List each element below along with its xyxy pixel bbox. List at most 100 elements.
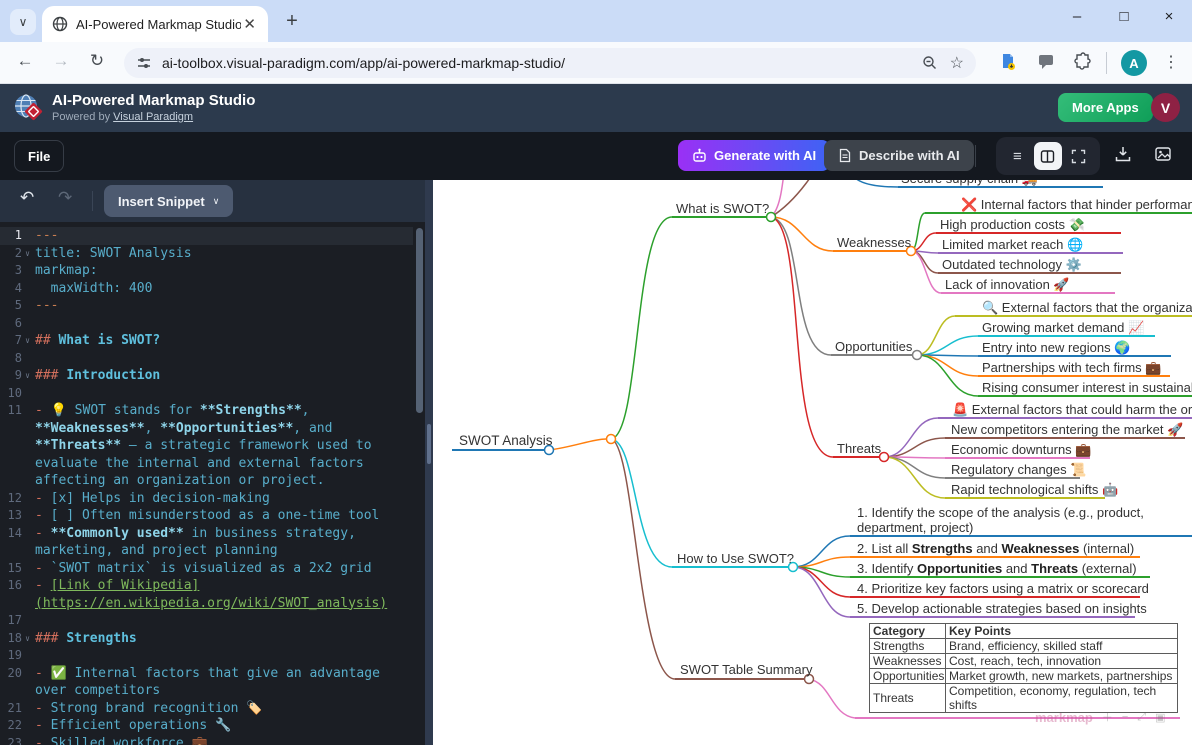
- fold-chevron-icon[interactable]: ∨: [22, 245, 33, 263]
- code-line[interactable]: 10: [0, 385, 413, 403]
- code-line-text[interactable]: ## What is SWOT?: [33, 332, 413, 350]
- code-line[interactable]: 11- 💡 SWOT stands for **Strengths**, **W…: [0, 402, 413, 490]
- zoom-out-icon[interactable]: [922, 55, 938, 71]
- code-line-text[interactable]: [33, 350, 413, 368]
- leaf-secure-supply-chain[interactable]: Secure supply chain 🚚: [901, 180, 1038, 187]
- window-minimize-button[interactable]: –: [1062, 8, 1092, 25]
- forward-button[interactable]: →: [48, 51, 74, 71]
- user-avatar[interactable]: V: [1151, 93, 1180, 122]
- code-line[interactable]: 15- `SWOT matrix` is visualized as a 2x2…: [0, 560, 413, 578]
- url-text[interactable]: ai-toolbox.visual-paradigm.com/app/ai-po…: [162, 55, 910, 71]
- leaf-opportunity-4[interactable]: Partnerships with tech firms 💼: [982, 360, 1161, 376]
- browser-profile-avatar[interactable]: A: [1121, 50, 1147, 76]
- leaf-weakness-4[interactable]: Outdated technology ⚙️: [942, 257, 1082, 273]
- editor-only-view-button[interactable]: ≡: [1003, 142, 1031, 170]
- browser-menu-kebab-icon[interactable]: ⋮: [1163, 52, 1179, 72]
- code-line-text[interactable]: - ✅ Internal factors that give an advant…: [33, 665, 413, 700]
- feedback-bubble-icon[interactable]: [1037, 52, 1055, 70]
- leaf-howto-1-line2[interactable]: department, project): [857, 520, 973, 535]
- insert-snippet-button[interactable]: Insert Snippet ∨: [104, 185, 233, 217]
- code-line[interactable]: 23- Skilled workforce 💼: [0, 735, 413, 745]
- code-line[interactable]: 13- [ ] Often misunderstood as a one-tim…: [0, 507, 413, 525]
- leaf-threat-4[interactable]: Regulatory changes 📜: [951, 462, 1086, 478]
- code-line-text[interactable]: - [x] Helps in decision-making: [33, 490, 413, 508]
- panel-splitter[interactable]: [425, 180, 433, 745]
- extensions-puzzle-icon[interactable]: [1073, 52, 1093, 72]
- fold-chevron-icon[interactable]: ∨: [22, 367, 33, 385]
- code-line[interactable]: 6: [0, 315, 413, 333]
- fullscreen-view-button[interactable]: [1065, 142, 1093, 170]
- summary-node-label[interactable]: SWOT Table Summary: [680, 662, 812, 677]
- file-menu-button[interactable]: File: [14, 140, 64, 172]
- code-line-text[interactable]: - `SWOT matrix` is visualized as a 2x2 g…: [33, 560, 413, 578]
- code-line-text[interactable]: - Strong brand recognition 🏷️: [33, 700, 413, 718]
- leaf-weakness-5[interactable]: Lack of innovation 🚀: [945, 277, 1070, 293]
- code-line-text[interactable]: ### Strengths: [33, 630, 413, 648]
- code-line[interactable]: 21- Strong brand recognition 🏷️: [0, 700, 413, 718]
- tune-icon[interactable]: [136, 55, 152, 71]
- code-line-text[interactable]: ### Introduction: [33, 367, 413, 385]
- code-line-text[interactable]: ---: [33, 297, 413, 315]
- back-button[interactable]: ←: [12, 51, 38, 71]
- code-line-text[interactable]: - Efficient operations 🔧: [33, 717, 413, 735]
- window-maximize-button[interactable]: □: [1109, 8, 1139, 25]
- download-icon[interactable]: [1114, 145, 1132, 163]
- visual-paradigm-link[interactable]: Visual Paradigm: [113, 111, 193, 123]
- browser-tab[interactable]: AI-Powered Markmap Studio ✕: [42, 6, 268, 42]
- leaf-howto-5[interactable]: 5. Develop actionable strategies based o…: [857, 601, 1147, 616]
- generate-with-ai-button[interactable]: Generate with AI: [678, 140, 830, 171]
- root-node-label[interactable]: SWOT Analysis: [459, 433, 553, 448]
- window-close-button[interactable]: ×: [1154, 8, 1184, 25]
- new-tab-button[interactable]: +: [280, 9, 304, 33]
- code-line-text[interactable]: - 💡 SWOT stands for **Strengths**, **Wea…: [33, 402, 413, 490]
- code-line[interactable]: 22- Efficient operations 🔧: [0, 717, 413, 735]
- weaknesses-node-label[interactable]: Weaknesses: [837, 235, 911, 250]
- tab-close-icon[interactable]: ✕: [241, 15, 258, 33]
- code-line[interactable]: 3markmap:: [0, 262, 413, 280]
- export-image-icon[interactable]: [1154, 145, 1172, 163]
- leaf-howto-1-line1[interactable]: 1. Identify the scope of the analysis (e…: [857, 505, 1144, 520]
- code-line-text[interactable]: ---: [33, 227, 413, 245]
- fold-chevron-icon[interactable]: ∨: [22, 332, 33, 350]
- leaf-howto-4[interactable]: 4. Prioritize key factors using a matrix…: [857, 581, 1149, 596]
- code-line[interactable]: 5---: [0, 297, 413, 315]
- splitter-handle[interactable]: [427, 424, 431, 464]
- redo-icon[interactable]: ↷: [58, 188, 72, 208]
- editor-scrollbar-thumb[interactable]: [416, 228, 423, 413]
- mindmap-panel[interactable]: Secure supply chain 🚚 SWOT Analysis What…: [433, 180, 1192, 745]
- code-line[interactable]: 1---: [0, 227, 413, 245]
- describe-with-ai-button[interactable]: Describe with AI: [824, 140, 974, 171]
- undo-icon[interactable]: ↶: [20, 188, 34, 208]
- code-line[interactable]: 2∨title: SWOT Analysis: [0, 245, 413, 263]
- leaf-weakness-1[interactable]: ❌ Internal factors that hinder performan…: [961, 197, 1192, 213]
- code-line-text[interactable]: [33, 315, 413, 333]
- code-line[interactable]: 8: [0, 350, 413, 368]
- code-line-text[interactable]: [33, 612, 413, 630]
- bookmark-star-icon[interactable]: ☆: [950, 53, 964, 73]
- code-line-text[interactable]: title: SWOT Analysis: [33, 245, 413, 263]
- code-line-text[interactable]: - [Link of Wikipedia](https://en.wikiped…: [33, 577, 413, 612]
- leaf-weakness-2[interactable]: High production costs 💸: [940, 217, 1085, 233]
- code-line-text[interactable]: - [ ] Often misunderstood as a one-time …: [33, 507, 413, 525]
- opportunities-node-label[interactable]: Opportunities: [835, 339, 912, 354]
- split-view-button[interactable]: [1034, 142, 1062, 170]
- code-line-text[interactable]: maxWidth: 400: [33, 280, 413, 298]
- more-apps-button[interactable]: More Apps: [1058, 93, 1153, 122]
- leaf-opportunity-3[interactable]: Entry into new regions 🌍: [982, 340, 1130, 356]
- code-line[interactable]: 12- [x] Helps in decision-making: [0, 490, 413, 508]
- code-line[interactable]: 7∨## What is SWOT?: [0, 332, 413, 350]
- code-line-text[interactable]: [33, 385, 413, 403]
- code-line[interactable]: 18∨### Strengths: [0, 630, 413, 648]
- code-line[interactable]: 16- [Link of Wikipedia](https://en.wikip…: [0, 577, 413, 612]
- howto-node-label[interactable]: How to Use SWOT?: [677, 551, 794, 566]
- leaf-opportunity-1[interactable]: 🔍 External factors that the organization…: [982, 300, 1192, 316]
- code-line[interactable]: 4 maxWidth: 400: [0, 280, 413, 298]
- leaf-howto-3[interactable]: 3. Identify Opportunities and Threats (e…: [857, 561, 1137, 576]
- address-bar[interactable]: ai-toolbox.visual-paradigm.com/app/ai-po…: [124, 48, 976, 78]
- leaf-threat-5[interactable]: Rapid technological shifts 🤖: [951, 482, 1118, 498]
- leaf-weakness-3[interactable]: Limited market reach 🌐: [942, 237, 1083, 253]
- code-lines[interactable]: 1---2∨title: SWOT Analysis3markmap:4 max…: [0, 222, 413, 745]
- extension-doc-icon[interactable]: [998, 52, 1018, 72]
- code-line[interactable]: 14- **Commonly used** in business strate…: [0, 525, 413, 560]
- junction-node-circle[interactable]: [607, 435, 616, 444]
